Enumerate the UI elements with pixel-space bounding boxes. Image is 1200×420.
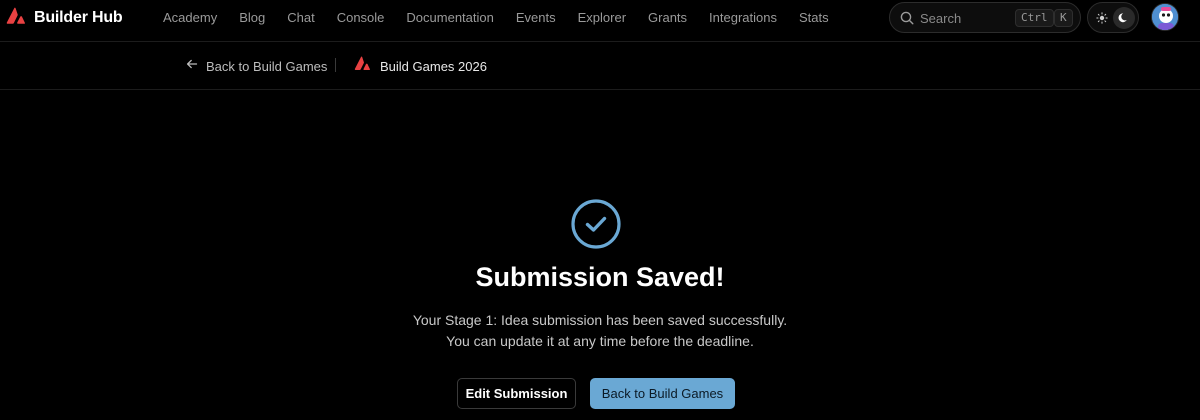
nav-item-chat[interactable]: Chat (287, 10, 314, 25)
confirmation-message-line: Your Stage 1: Idea submission has been s… (412, 312, 788, 328)
avalanche-logo-icon (354, 56, 371, 76)
shortcut-k-key: K (1054, 9, 1073, 27)
avalanche-logo-icon (6, 7, 26, 30)
arrow-left-icon (186, 57, 198, 75)
search-button[interactable]: Search Ctrl K (889, 2, 1081, 33)
nav-item-documentation[interactable]: Documentation (406, 10, 493, 25)
brand-name: Builder Hub (34, 9, 123, 26)
user-avatar[interactable] (1151, 3, 1179, 31)
search-label: Search (920, 11, 962, 26)
theme-toggle (1087, 2, 1139, 33)
nav-item-academy[interactable]: Academy (163, 10, 217, 25)
main-nav: Academy Blog Chat Console Documentation … (152, 0, 840, 34)
event-subheader: Back to Build Games Build Games 2026 (0, 42, 1200, 90)
confirmation-message: Your Stage 1: Idea submission has been s… (0, 310, 1200, 352)
back-to-build-games-link[interactable]: Back to Build Games (186, 57, 327, 75)
event-title-label: Build Games 2026 (380, 58, 487, 74)
edit-submission-button[interactable]: Edit Submission (457, 378, 576, 409)
nav-item-grants[interactable]: Grants (648, 10, 687, 25)
nav-item-events[interactable]: Events (516, 10, 556, 25)
brand-home-link[interactable]: Builder Hub (6, 7, 123, 30)
moon-icon[interactable] (1113, 7, 1135, 29)
breadcrumb-divider (335, 58, 336, 72)
nav-item-explorer[interactable]: Explorer (578, 10, 626, 25)
search-icon (900, 11, 914, 25)
nav-item-blog[interactable]: Blog (239, 10, 265, 25)
back-to-build-games-button[interactable]: Back to Build Games (590, 378, 735, 409)
nav-item-console[interactable]: Console (337, 10, 385, 25)
page-title: Submission Saved! (475, 262, 725, 292)
check-circle-icon (570, 198, 622, 250)
event-title: Build Games 2026 (354, 56, 487, 76)
back-link-label: Back to Build Games (206, 58, 328, 74)
confirmation-message-line: You can update it at any time before the… (446, 333, 754, 349)
nav-item-integrations[interactable]: Integrations (709, 10, 777, 25)
top-navigation-bar: Builder Hub Academy Blog Chat Console Do… (0, 0, 1200, 42)
shortcut-ctrl-key: Ctrl (1015, 9, 1054, 27)
sun-icon[interactable] (1091, 7, 1113, 29)
nav-item-stats[interactable]: Stats (799, 10, 829, 25)
